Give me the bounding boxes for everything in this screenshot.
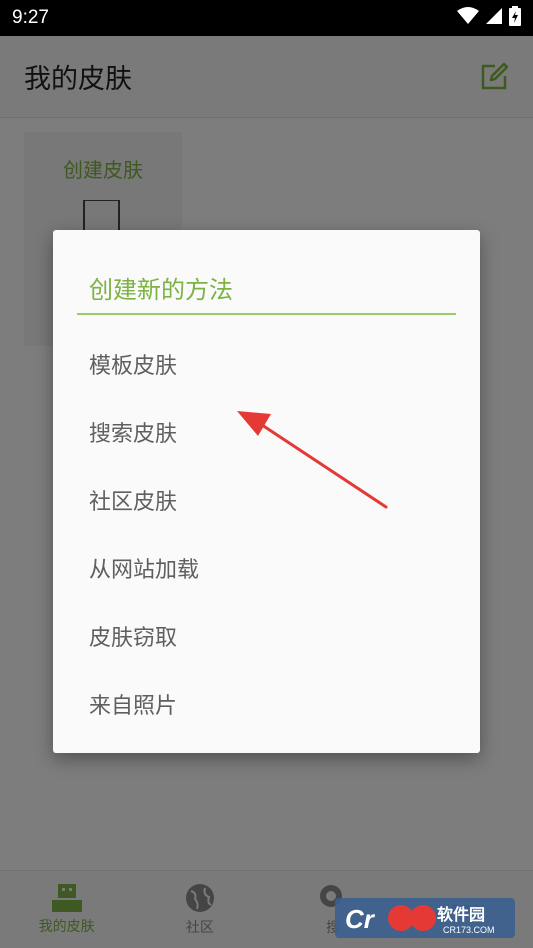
- annotation-arrow-icon: [237, 411, 388, 509]
- screen: 9:27 我的皮肤 创建皮肤: [0, 0, 533, 948]
- watermark-logo: Cr 软件园 CR173.COM: [335, 898, 515, 938]
- watermark-site: CR173.COM: [443, 925, 495, 935]
- svg-text:Cr: Cr: [345, 904, 376, 934]
- watermark-text: 软件园: [437, 905, 485, 924]
